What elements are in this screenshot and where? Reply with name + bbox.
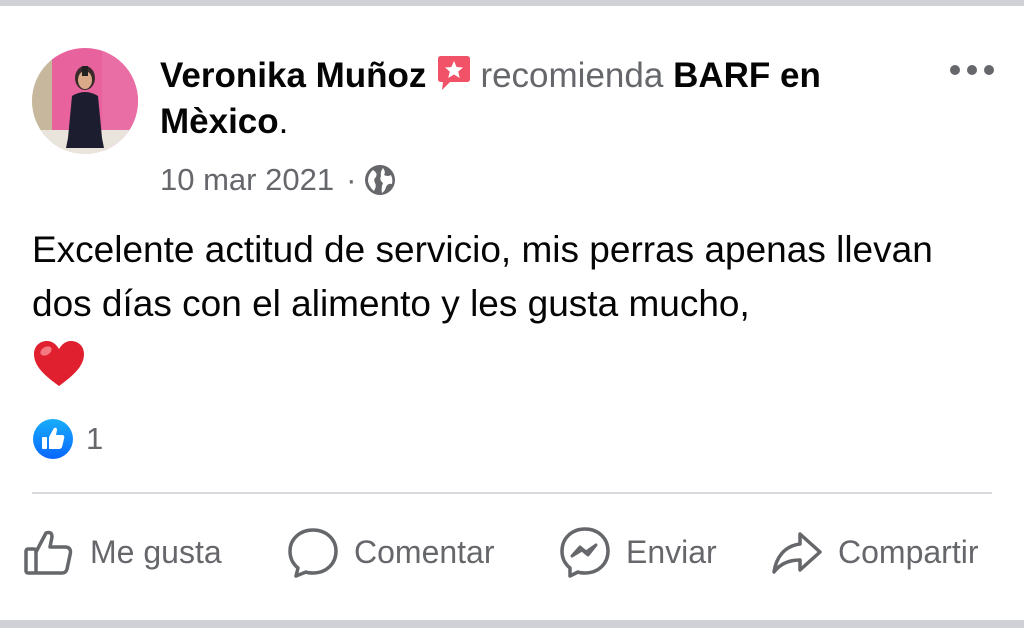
like-label: Me gusta [90,533,222,570]
action-bar: Me gusta Comentar Enviar Compartir [0,520,1024,584]
share-button[interactable]: Compartir [770,520,978,584]
like-reaction-icon [33,419,73,459]
recommendation-badge-icon [438,56,471,90]
comment-label: Comentar [354,533,495,570]
more-dots-icon [950,65,994,75]
avatar[interactable] [32,48,138,154]
author-name[interactable]: Veronika Muñoz [160,56,426,95]
globe-icon [365,165,396,195]
header-period: . [278,102,289,141]
comment-button[interactable]: Comentar [286,520,495,584]
top-edge [0,0,1024,6]
post-body: Excelente actitud de servicio, mis perra… [32,223,992,389]
messenger-icon [560,527,610,578]
reactions-summary[interactable]: 1 [32,418,103,460]
more-options-button[interactable] [946,56,998,84]
heart-emoji [34,341,84,386]
post-text: Excelente actitud de servicio, mis perra… [32,229,933,324]
share-label: Compartir [838,533,979,570]
share-arrow-icon [772,532,822,574]
bottom-edge [0,620,1024,628]
action-text: recomienda [480,56,664,95]
comment-bubble-icon [288,528,338,578]
post-header: Veronika Muñoz recomienda BARF en Mèxico. [160,53,920,145]
post-meta: 10 mar 2021 · [160,160,396,200]
divider [32,492,992,494]
meta-separator: · [346,162,357,197]
like-button[interactable]: Me gusta [22,520,222,584]
send-label: Enviar [626,533,717,570]
send-button[interactable]: Enviar [558,520,717,584]
thumbs-up-icon [24,530,73,575]
post-date[interactable]: 10 mar 2021 [160,160,334,200]
avatar-photo [32,48,138,154]
reaction-count: 1 [86,421,104,456]
